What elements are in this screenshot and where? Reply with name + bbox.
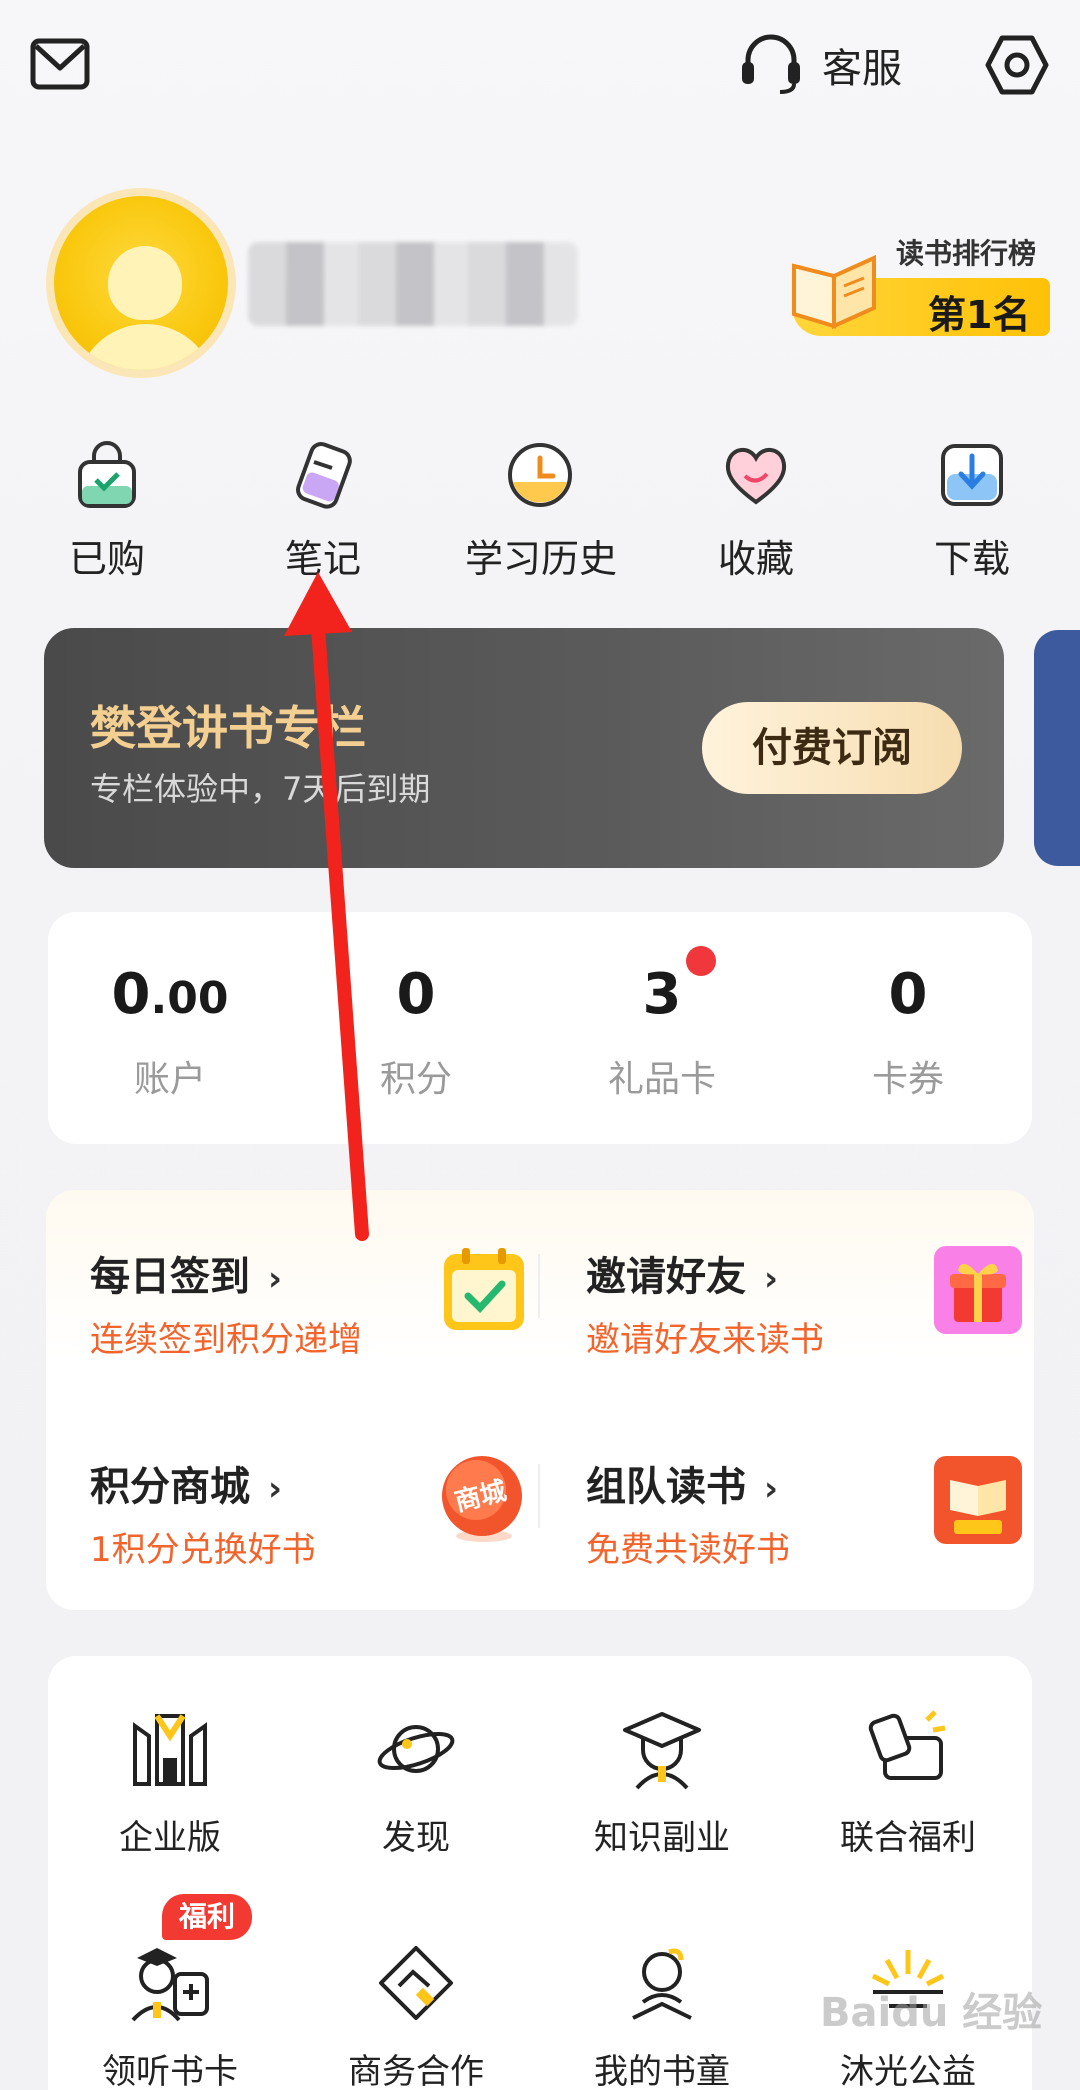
chevron-right-icon: › <box>268 1469 283 1509</box>
service-my-assistant[interactable]: 我的书童 <box>552 1940 772 2090</box>
service-joint-benefits[interactable]: 联合福利 <box>798 1706 1018 1859</box>
next-card-peek[interactable] <box>1034 630 1080 866</box>
avatar[interactable] <box>46 188 236 378</box>
column-title: 樊登讲书专栏 <box>90 701 366 755</box>
watermark: Baidu 经验 <box>820 1990 1043 2036</box>
reading-rank-card[interactable]: 读书排行榜 第1名 <box>784 226 1050 344</box>
stat-label: 积分 <box>379 1059 452 1100</box>
column-subtitle: 专栏体验中，7天后到期 <box>90 770 431 808</box>
task-subtitle: 免费共读好书 <box>586 1530 790 1570</box>
heart-icon <box>721 440 791 510</box>
mail-icon[interactable] <box>30 38 90 92</box>
quick-purchased[interactable]: 已购 <box>32 440 182 583</box>
column-subscription-card[interactable]: 樊登讲书专栏 专栏体验中，7天后到期 付费订阅 <box>44 628 1004 868</box>
subscribe-button[interactable]: 付费订阅 <box>702 702 962 794</box>
service-label: 联合福利 <box>840 1818 976 1858</box>
service-label: 发现 <box>382 1818 450 1858</box>
open-book-icon <box>784 236 884 336</box>
service-label: 领听书卡 <box>102 2052 238 2090</box>
stat-account[interactable]: 0.00 账户 <box>70 962 270 1102</box>
service-audio-card[interactable]: 领听书卡 <box>60 1940 280 2090</box>
stat-coupons[interactable]: 0 卡券 <box>808 962 1008 1102</box>
task-invite-friends[interactable]: 邀请好友 › 邀请好友来读书 <box>586 1244 1046 1394</box>
download-icon <box>937 440 1007 510</box>
handshake-icon <box>373 1940 459 2026</box>
quick-label: 下载 <box>933 537 1010 581</box>
service-label: 我的书童 <box>594 2052 730 2090</box>
reader-icon <box>619 1940 705 2026</box>
calendar-check-icon <box>438 1244 530 1336</box>
tasks-card: 每日签到 › 连续签到积分递增 邀请好友 › 邀请好友来读书 积分商城 › 1积分兑换… <box>46 1190 1034 1610</box>
account-stats-card: 0.00 账户 0 积分 3 礼品卡 0 卡券 <box>48 912 1032 1144</box>
quick-label: 学习历史 <box>465 537 618 581</box>
stat-value: 0 <box>396 962 436 1027</box>
stat-value-decimal: .00 <box>150 973 229 1024</box>
chevron-right-icon: › <box>764 1469 779 1509</box>
quick-download[interactable]: 下载 <box>897 440 1047 583</box>
quick-history[interactable]: 学习历史 <box>465 440 618 583</box>
quick-label: 已购 <box>68 537 145 581</box>
stat-value: 3 <box>642 962 682 1027</box>
coupon-icon <box>865 1706 951 1792</box>
task-title: 每日签到 <box>90 1254 250 1300</box>
stat-points[interactable]: 0 积分 <box>316 962 516 1102</box>
headset-icon <box>738 32 804 98</box>
stat-value: 0 <box>111 962 151 1027</box>
service-label: 商务合作 <box>348 2052 484 2090</box>
quick-label: 收藏 <box>717 537 794 581</box>
service-label: 企业版 <box>119 1818 221 1858</box>
service-label: 知识副业 <box>594 1818 730 1858</box>
quick-notes[interactable]: 笔记 <box>248 440 398 583</box>
shopping-bag-icon <box>72 440 142 510</box>
service-label: 沐光公益 <box>840 2052 976 2090</box>
planet-icon <box>373 1706 459 1792</box>
note-pen-icon <box>288 440 358 510</box>
task-daily-checkin[interactable]: 每日签到 › 连续签到积分递增 <box>90 1244 550 1394</box>
quick-favorites[interactable]: 收藏 <box>681 440 831 583</box>
rank-title: 读书排行榜 <box>896 237 1037 270</box>
book-stand-icon <box>932 1454 1024 1546</box>
mall-badge-icon: 商城 <box>436 1452 528 1544</box>
stat-label: 账户 <box>133 1059 206 1100</box>
gift-box-icon <box>932 1244 1024 1336</box>
stat-label: 卡券 <box>871 1059 944 1100</box>
task-title: 积分商城 <box>90 1464 250 1510</box>
doctor-card-icon <box>127 1940 213 2026</box>
task-subtitle: 1积分兑换好书 <box>90 1530 316 1570</box>
customer-service-label: 客服 <box>822 46 902 92</box>
notification-dot <box>686 946 716 976</box>
stat-gift-card[interactable]: 3 礼品卡 <box>562 962 762 1102</box>
task-subtitle: 邀请好友来读书 <box>586 1320 824 1360</box>
quick-label: 笔记 <box>284 537 361 581</box>
task-team-reading[interactable]: 组队读书 › 免费共读好书 <box>586 1454 1046 1604</box>
task-title: 邀请好友 <box>586 1254 746 1300</box>
settings-icon[interactable] <box>984 32 1050 98</box>
service-knowledge-side[interactable]: 知识副业 <box>552 1706 772 1859</box>
task-points-mall[interactable]: 积分商城 › 1积分兑换好书 商城 <box>90 1454 550 1604</box>
welfare-badge: 福利 <box>162 1894 252 1940</box>
username-blurred <box>248 242 578 326</box>
clock-icon <box>505 440 575 510</box>
graduate-icon <box>619 1706 705 1792</box>
task-subtitle: 连续签到积分递增 <box>90 1320 362 1360</box>
stat-label: 礼品卡 <box>607 1059 716 1100</box>
stat-value: 0 <box>888 962 928 1027</box>
customer-service-button[interactable]: 客服 <box>738 30 902 100</box>
enterprise-icon <box>127 1706 213 1792</box>
service-business[interactable]: 商务合作 <box>306 1940 526 2090</box>
service-enterprise[interactable]: 企业版 <box>60 1706 280 1859</box>
task-title: 组队读书 <box>586 1464 746 1510</box>
chevron-right-icon: › <box>764 1259 779 1299</box>
service-discover[interactable]: 发现 <box>306 1706 526 1859</box>
rank-value: 第1名 <box>928 293 1031 337</box>
chevron-right-icon: › <box>268 1259 283 1299</box>
